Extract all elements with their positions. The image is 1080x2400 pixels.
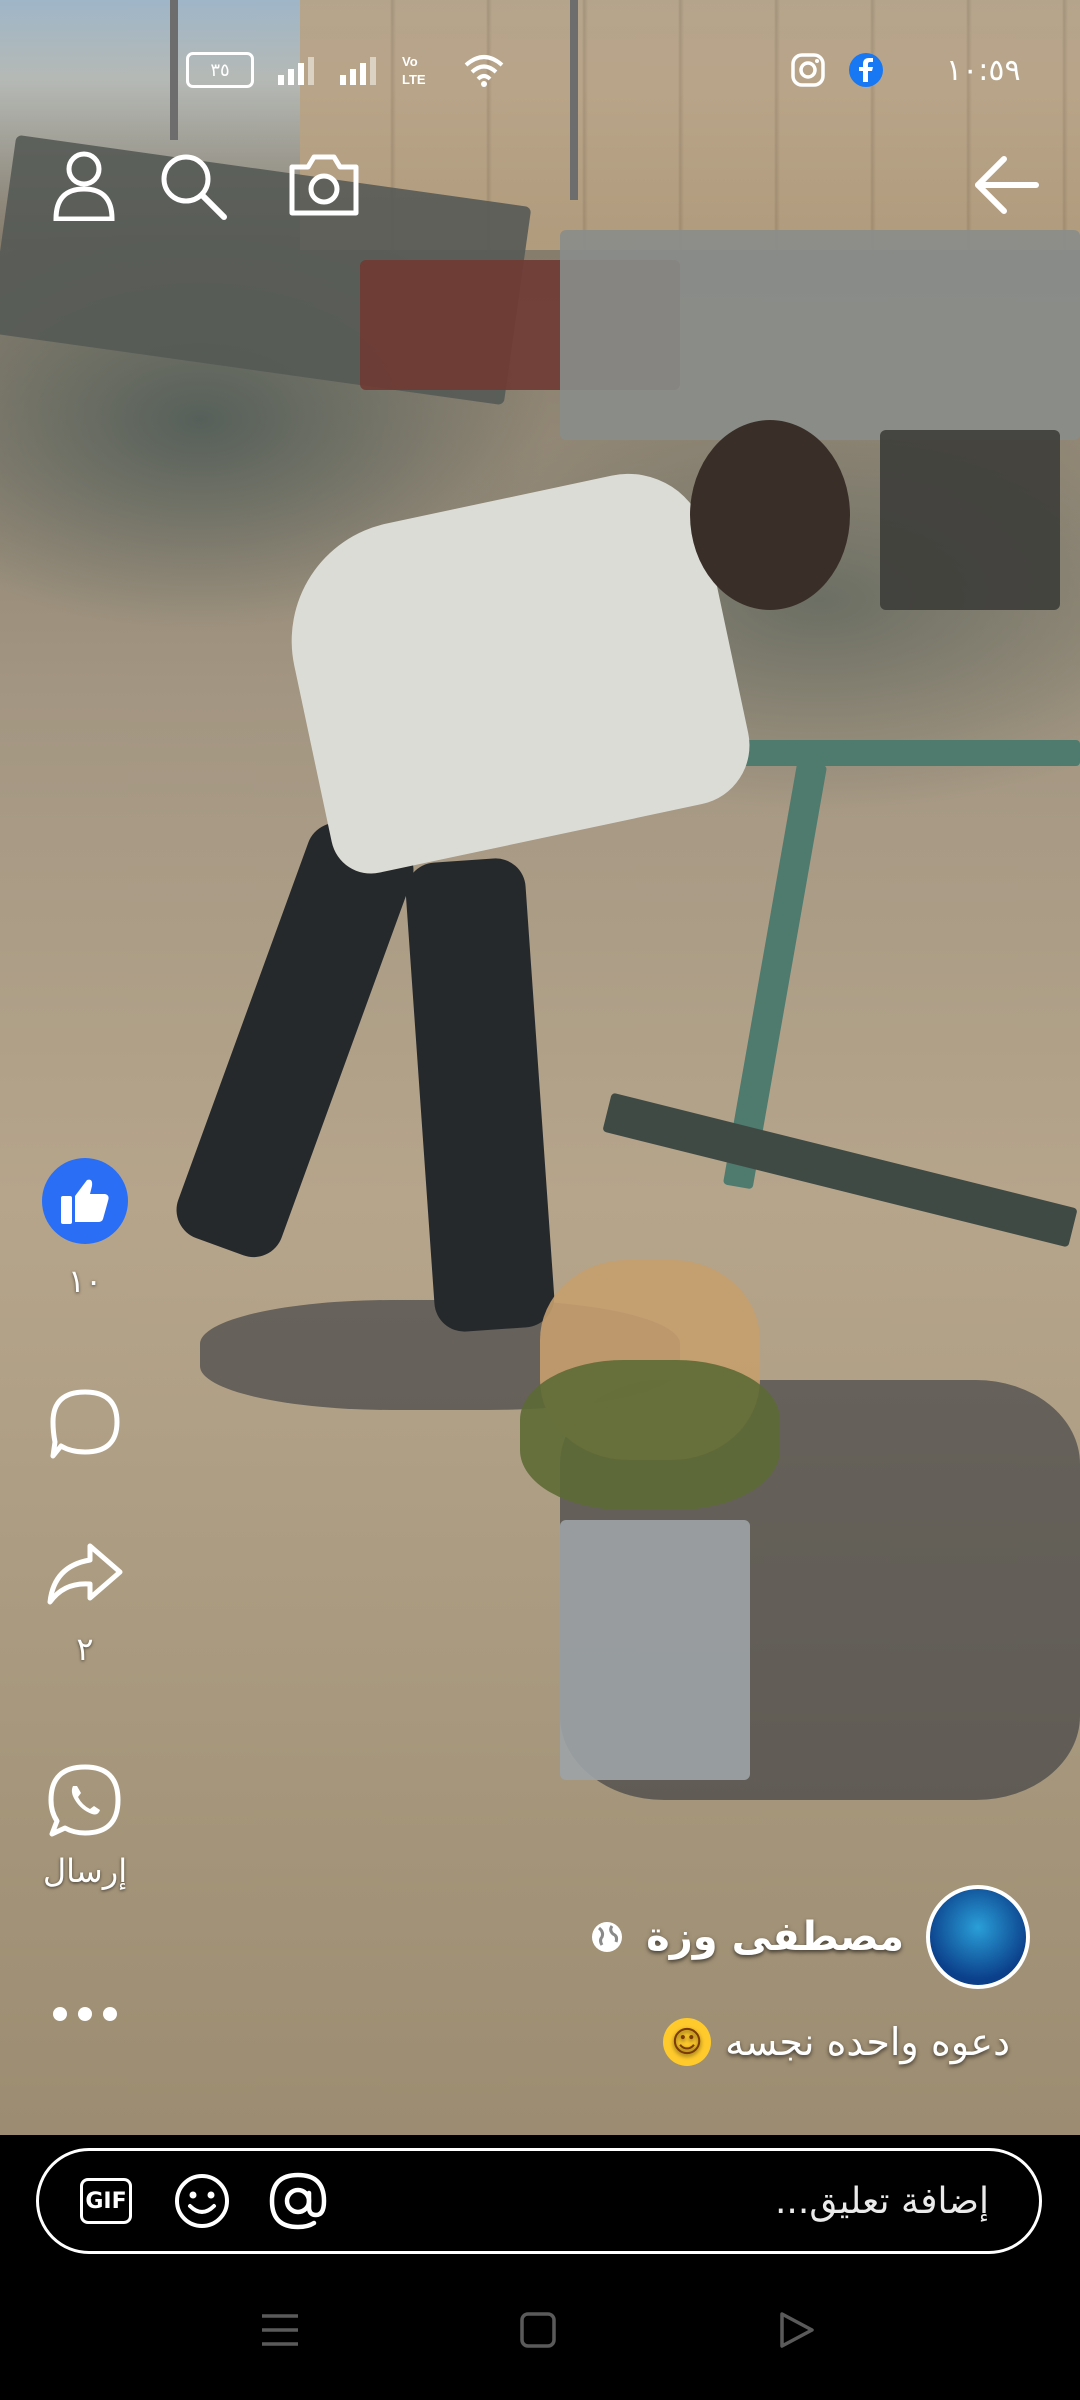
volte-icon: Vo LTE xyxy=(402,54,426,87)
mention-button[interactable] xyxy=(267,2170,329,2232)
status-bar-right: ١٠:٥٩ xyxy=(790,40,1021,100)
caption-text: دعوه واحده نجسه xyxy=(725,2020,1010,2064)
back-arrow-icon xyxy=(975,156,1039,214)
more-icon xyxy=(53,2007,117,2021)
share-count: ٢ xyxy=(76,1630,94,1668)
like-action: ١٠ xyxy=(0,1158,170,1300)
more-button[interactable] xyxy=(0,2004,170,2024)
svg-text:Vo: Vo xyxy=(402,54,418,69)
send-label: إرسال xyxy=(42,1852,128,1890)
person-body xyxy=(269,459,761,881)
comment-icon xyxy=(50,1389,120,1459)
debris-blocks xyxy=(560,230,1080,440)
comment-placeholder[interactable]: إضافة تعليق... xyxy=(775,2181,989,2222)
background-pole xyxy=(170,0,178,140)
nav-back-button[interactable] xyxy=(766,2300,826,2360)
person-head xyxy=(690,420,850,610)
whatsapp-icon xyxy=(48,1764,121,1837)
post-author[interactable]: مصطفى وزة xyxy=(590,1885,1030,1989)
like-icon xyxy=(61,1179,109,1224)
status-bar-left: ٣٥ Vo LTE xyxy=(186,40,506,100)
instagram-icon xyxy=(791,53,825,87)
person-leg xyxy=(168,814,422,1266)
search-button[interactable] xyxy=(152,145,232,225)
home-button[interactable] xyxy=(508,2300,568,2360)
comment-button[interactable] xyxy=(0,1386,170,1462)
facebook-icon xyxy=(849,53,883,87)
search-icon xyxy=(161,154,227,220)
author-name[interactable]: مصطفى وزة xyxy=(646,1914,904,1960)
recent-apps-button[interactable] xyxy=(250,2300,310,2360)
emoji-icon xyxy=(175,2174,229,2228)
mention-icon xyxy=(269,2172,327,2230)
person-leg xyxy=(403,856,557,1334)
wifi-icon xyxy=(464,55,504,87)
camera-button[interactable] xyxy=(284,145,364,225)
send-action[interactable]: إرسال xyxy=(0,1762,170,1890)
profile-icon xyxy=(53,151,115,221)
metal-frame xyxy=(720,740,1080,766)
like-count: ١٠ xyxy=(67,1262,103,1300)
avatar[interactable] xyxy=(926,1885,1030,1989)
signal-bars-icon xyxy=(340,57,376,85)
back-icon xyxy=(780,2312,814,2348)
comment-input-bar[interactable]: GIF إضافة تعليق... xyxy=(36,2148,1042,2254)
like-button[interactable] xyxy=(42,1158,128,1244)
camera-icon xyxy=(289,154,359,216)
globe-icon xyxy=(592,1922,623,1952)
debris-beams xyxy=(880,430,1060,610)
gif-button[interactable]: GIF xyxy=(75,2170,137,2232)
battery-icon: ٣٥ xyxy=(186,52,254,88)
emoji-button[interactable] xyxy=(171,2170,233,2232)
home-icon xyxy=(520,2312,556,2348)
back-button[interactable] xyxy=(966,145,1046,225)
post-caption: دعوه واحده نجسه ☺ xyxy=(663,2018,1010,2066)
metal-frame xyxy=(602,1092,1078,1248)
menu-icon xyxy=(262,2314,298,2346)
share-button[interactable] xyxy=(46,1540,124,1612)
background-pole xyxy=(570,0,578,200)
share-action: ٢ xyxy=(0,1540,170,1668)
svg-text:LTE: LTE xyxy=(402,72,426,87)
signal-bars-icon xyxy=(278,57,314,85)
plant xyxy=(520,1360,780,1510)
gif-icon: GIF xyxy=(80,2178,132,2224)
status-time: ١٠:٥٩ xyxy=(946,52,1021,88)
share-icon xyxy=(47,1543,123,1605)
box xyxy=(560,1520,750,1780)
profile-button[interactable] xyxy=(44,145,124,225)
rolling-on-floor-laughing-icon: ☺ xyxy=(663,2018,712,2066)
